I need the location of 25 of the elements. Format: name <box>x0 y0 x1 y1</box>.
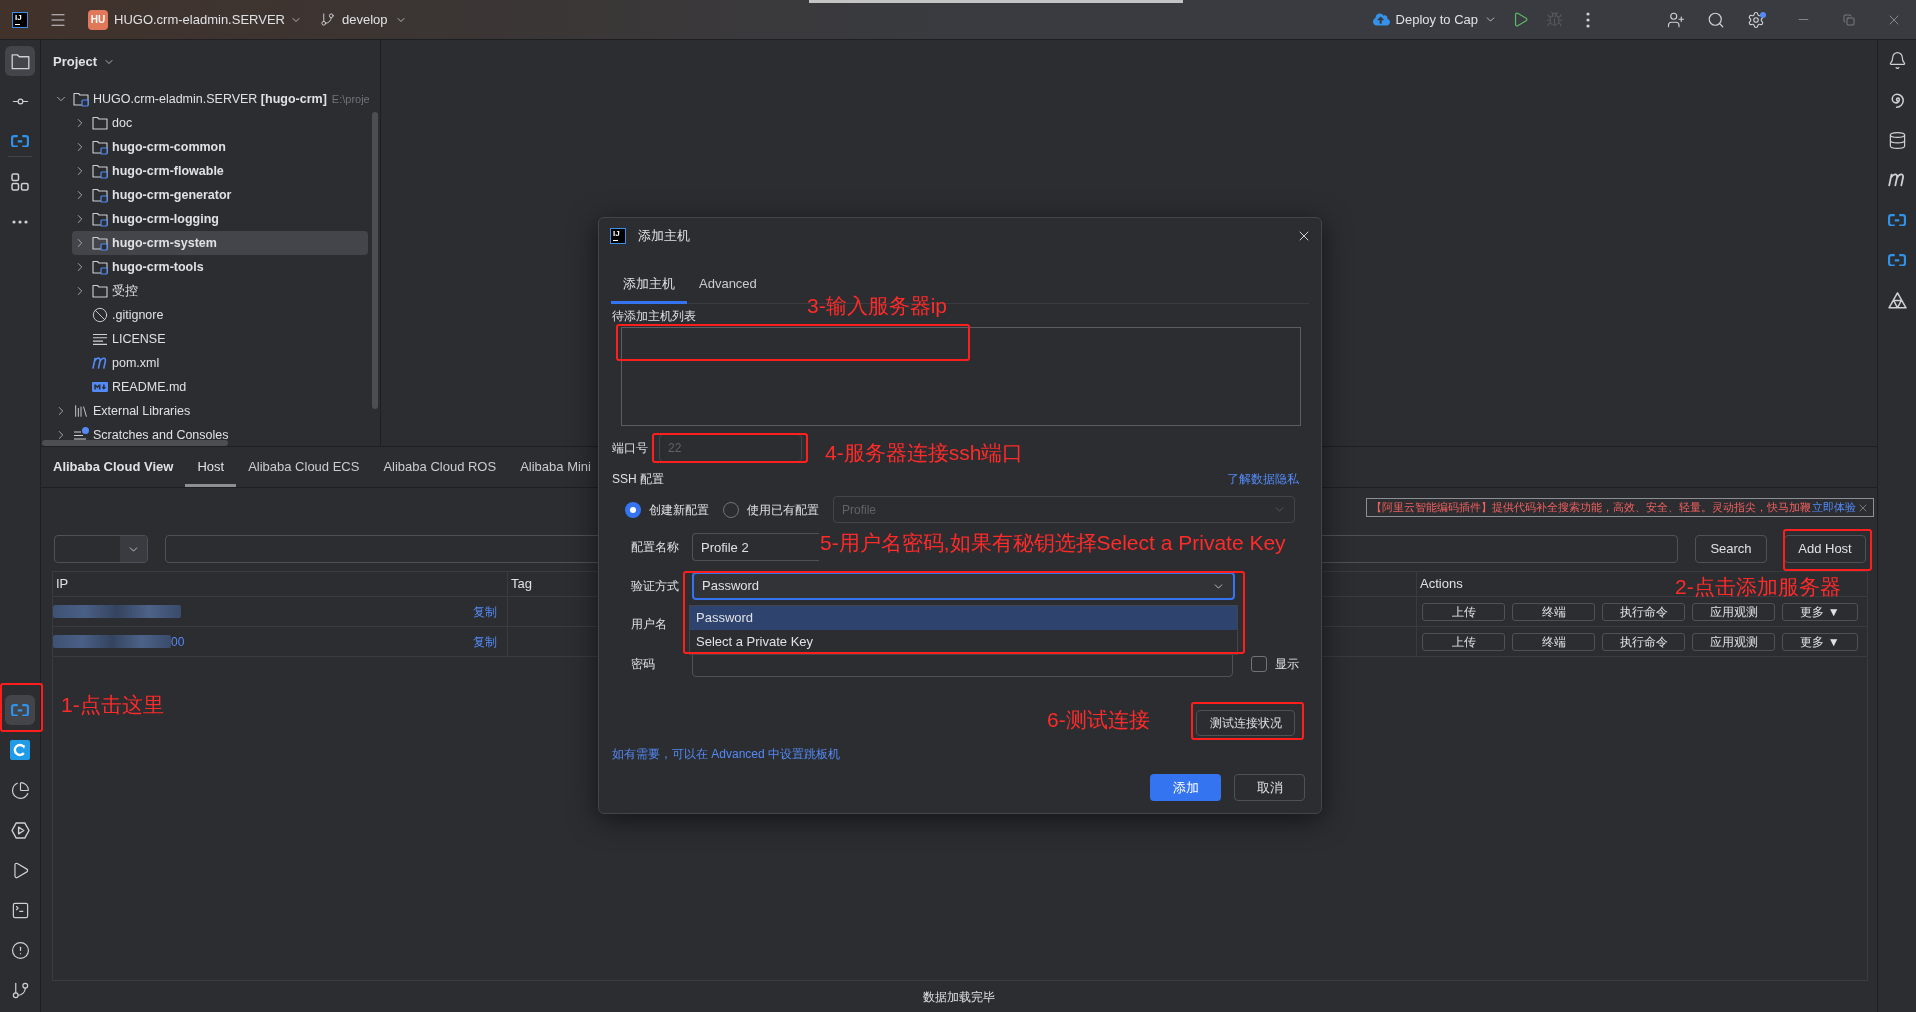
field-label: 配置名称 <box>631 540 679 555</box>
field-label: 待添加主机列表 <box>612 308 696 325</box>
column-header: Actions <box>1420 575 1463 594</box>
annotation-text: 6-测试连接 <box>1047 708 1150 732</box>
dialog-title: 添加主机 <box>638 227 690 246</box>
tool-window-title: Alibaba Cloud View <box>53 458 174 477</box>
notice-text: 【阿里云智能编码插件】提供代码补全搜索功能，高效、安全、轻量。灵动指尖，快马加鞭 <box>1371 502 1811 513</box>
column-header: Tag <box>511 575 532 594</box>
path-text: E:\proje <box>331 91 370 107</box>
checkbox-label: 显示 <box>1275 656 1299 673</box>
project-badge: HU <box>88 9 108 30</box>
annotation-text: 5-用户名密码,如果有秘钥选择Select a Private Key <box>820 531 1286 555</box>
field-label: 密码 <box>631 657 655 672</box>
field-label: 验证方式 <box>631 579 679 594</box>
app-logo: IJ <box>610 228 626 244</box>
status-text: 数据加载完毕 <box>923 988 995 1006</box>
field-label: 用户名 <box>631 617 667 632</box>
column-header: IP <box>56 575 69 594</box>
annotation-text: 4-服务器连接ssh端口 <box>825 441 1024 465</box>
field-label: 端口号 <box>612 440 648 457</box>
annotation-text: 1-点击这里 <box>61 693 164 717</box>
annotation-text: 3-输入服务器ip <box>807 294 948 318</box>
section-label: SSH 配置 <box>612 471 664 488</box>
annotation-text: 2-点击添加服务器 <box>1675 575 1841 599</box>
app-logo: IJ <box>12 11 28 28</box>
